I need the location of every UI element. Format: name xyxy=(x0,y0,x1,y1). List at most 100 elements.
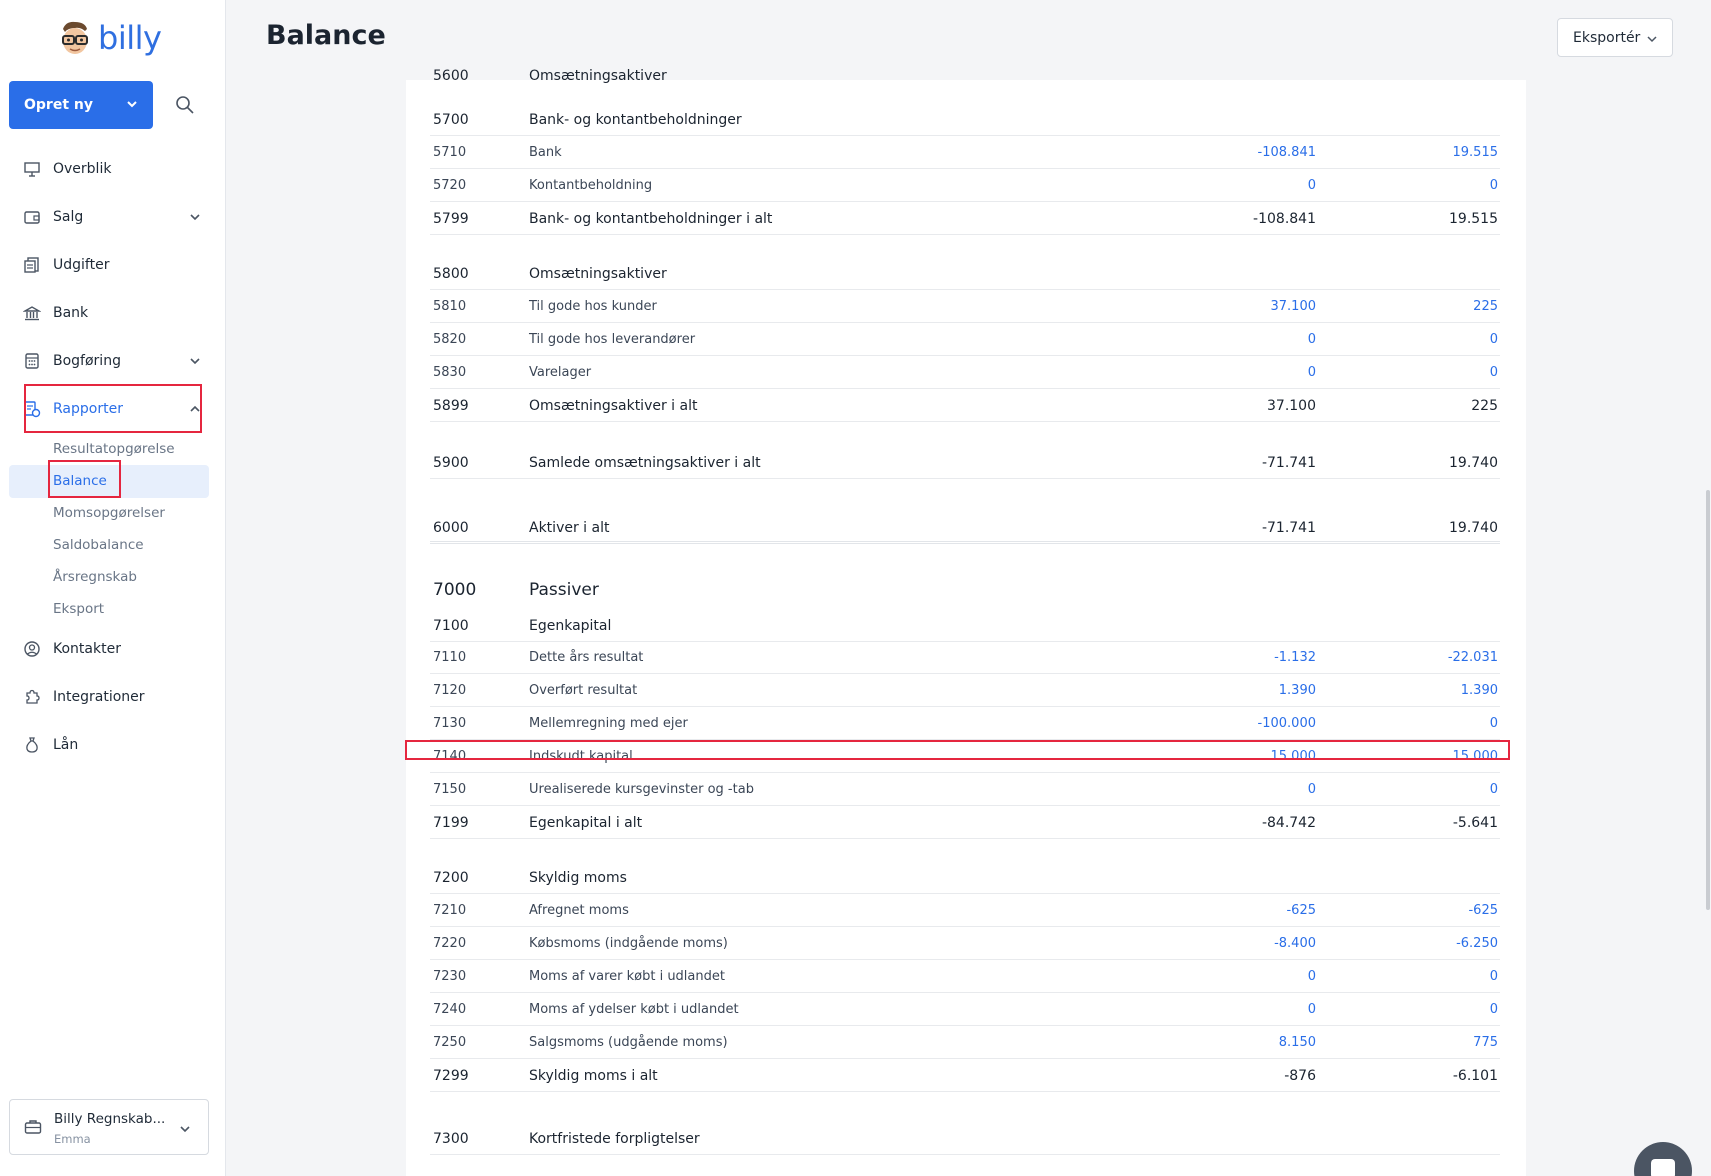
table-row: 7200 Skyldig moms xyxy=(430,861,1500,894)
billy-mascot-icon xyxy=(62,21,88,54)
sidebar-item-bogforing[interactable]: Bogføring xyxy=(22,349,202,373)
briefcase-icon xyxy=(24,1120,42,1134)
search-icon[interactable] xyxy=(174,94,196,116)
account-code: 7210 xyxy=(433,903,467,918)
value-previous[interactable]: 775 xyxy=(1473,1035,1498,1050)
table-row: 7130 Mellemregning med ejer -100.000 0 xyxy=(430,707,1500,740)
value-current[interactable]: 0 xyxy=(1308,365,1316,380)
value-previous[interactable]: 0 xyxy=(1490,365,1498,380)
chat-button[interactable] xyxy=(1634,1142,1692,1176)
account-code: 5710 xyxy=(433,145,467,160)
money-bag-icon xyxy=(22,735,42,755)
value-current[interactable]: 0 xyxy=(1308,332,1316,347)
account-name: Passiver xyxy=(529,580,599,600)
page-title: Balance xyxy=(266,20,386,51)
account-code: 7120 xyxy=(433,683,467,698)
export-button[interactable]: Eksportér xyxy=(1557,18,1673,57)
value-previous: -6.101 xyxy=(1452,1068,1498,1084)
value-previous: 19.515 xyxy=(1449,211,1498,227)
value-previous[interactable]: 0 xyxy=(1490,178,1498,193)
chevron-down-icon xyxy=(180,1126,190,1133)
value-current[interactable]: 8.150 xyxy=(1279,1035,1316,1050)
account-code: 5820 xyxy=(433,332,467,347)
table-row: 5710 Bank -108.841 19.515 xyxy=(430,136,1500,169)
sidebar-item-salg[interactable]: Salg xyxy=(22,205,202,229)
value-previous[interactable]: 0 xyxy=(1490,782,1498,797)
value-previous[interactable]: 0 xyxy=(1490,969,1498,984)
value-current[interactable]: -108.841 xyxy=(1258,145,1316,160)
value-previous[interactable]: 1.390 xyxy=(1461,683,1498,698)
org-user: Emma xyxy=(54,1132,91,1146)
value-current[interactable]: 0 xyxy=(1308,178,1316,193)
account-code: 5830 xyxy=(433,365,467,380)
table-row: 5899 Omsætningsaktiver i alt 37.100 225 xyxy=(430,389,1500,422)
value-current: -71.741 xyxy=(1261,520,1316,536)
account-name: Mellemregning med ejer xyxy=(529,716,688,731)
billy-logo[interactable]: billy xyxy=(58,16,162,60)
sub-item-eksport[interactable]: Eksport xyxy=(53,599,104,619)
account-code: 5810 xyxy=(433,299,467,314)
value-current[interactable]: 0 xyxy=(1308,1002,1316,1017)
value-current[interactable]: 1.390 xyxy=(1279,683,1316,698)
account-name: Varelager xyxy=(529,365,592,380)
value-previous[interactable]: -625 xyxy=(1468,903,1498,918)
account-name: Omsætningsaktiver xyxy=(529,68,667,84)
account-code: 7220 xyxy=(433,936,467,951)
table-row: 5800 Omsætningsaktiver xyxy=(430,257,1500,290)
value-current[interactable]: -8.400 xyxy=(1274,936,1316,951)
sub-item-resultatopgorelse[interactable]: Resultatopgørelse xyxy=(53,439,175,459)
chevron-down-icon xyxy=(190,214,200,221)
sidebar-item-label: Integrationer xyxy=(53,689,145,705)
table-row: 7199 Egenkapital i alt -84.742 -5.641 xyxy=(430,806,1500,839)
sidebar-item-udgifter[interactable]: Udgifter xyxy=(22,253,202,277)
value-previous: -5.641 xyxy=(1452,815,1498,831)
logo-text: billy xyxy=(98,19,162,57)
value-previous[interactable]: -22.031 xyxy=(1448,650,1498,665)
account-code: 7000 xyxy=(433,580,477,600)
account-code: 5799 xyxy=(433,211,469,227)
sidebar-item-overblik[interactable]: Overblik xyxy=(22,157,202,181)
create-new-button[interactable]: Opret ny xyxy=(9,81,153,129)
table-row: 7240 Moms af ydelser købt i udlandet 0 0 xyxy=(430,993,1500,1026)
sub-item-saldobalance[interactable]: Saldobalance xyxy=(53,535,144,555)
scrollbar[interactable] xyxy=(1706,490,1710,910)
value-current[interactable]: 0 xyxy=(1308,782,1316,797)
sidebar-item-label: Kontakter xyxy=(53,641,121,657)
account-code: 7199 xyxy=(433,815,469,831)
sidebar-item-kontakter[interactable]: Kontakter xyxy=(22,637,202,661)
account-name: Skyldig moms xyxy=(529,870,627,886)
value-current[interactable]: -625 xyxy=(1286,903,1316,918)
value-previous: 225 xyxy=(1471,398,1498,414)
bank-icon xyxy=(22,303,42,323)
highlight-row-7130 xyxy=(405,740,1510,760)
value-current[interactable]: -1.132 xyxy=(1274,650,1316,665)
table-row: 7220 Købsmoms (indgående moms) -8.400 -6.25… xyxy=(430,927,1500,960)
value-previous[interactable]: 225 xyxy=(1473,299,1498,314)
value-current[interactable]: -100.000 xyxy=(1258,716,1316,731)
wallet-icon xyxy=(22,207,42,227)
sidebar-item-bank[interactable]: Bank xyxy=(22,301,202,325)
value-current[interactable]: 37.100 xyxy=(1271,299,1317,314)
value-previous: 19.740 xyxy=(1449,455,1498,471)
value-previous[interactable]: -6.250 xyxy=(1456,936,1498,951)
value-previous[interactable]: 0 xyxy=(1490,332,1498,347)
table-row: 7110 Dette års resultat -1.132 -22.031 xyxy=(430,641,1500,674)
value-current[interactable]: 0 xyxy=(1308,969,1316,984)
account-code: 6000 xyxy=(433,520,469,536)
sub-item-arsregnskab[interactable]: Årsregnskab xyxy=(53,567,137,587)
chevron-down-icon xyxy=(190,358,200,365)
account-name: Bank xyxy=(529,145,562,160)
sub-item-momsopgorelser[interactable]: Momsopgørelser xyxy=(53,503,165,523)
create-new-label: Opret ny xyxy=(24,97,93,113)
sidebar-item-label: Lån xyxy=(53,737,79,753)
value-previous[interactable]: 0 xyxy=(1490,1002,1498,1017)
value-current: -876 xyxy=(1284,1068,1316,1084)
sidebar-item-integrationer[interactable]: Integrationer xyxy=(22,685,202,709)
sidebar-item-lan[interactable]: Lån xyxy=(22,733,202,757)
value-previous[interactable]: 0 xyxy=(1490,716,1498,731)
sidebar-item-label: Bogføring xyxy=(53,353,121,369)
value-current: -71.741 xyxy=(1261,455,1316,471)
organization-switcher[interactable]: Billy Regnskab... Emma xyxy=(9,1099,209,1155)
value-previous[interactable]: 19.515 xyxy=(1453,145,1499,160)
account-name: Skyldig moms i alt xyxy=(529,1068,658,1084)
